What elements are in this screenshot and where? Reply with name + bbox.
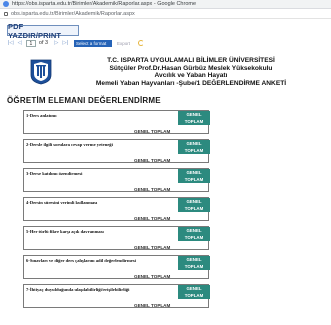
genel-toplam-label: GENEL TOPLAM xyxy=(134,158,171,163)
survey-title: Memeli Yaban Hayvanları -Şube/1 DEĞERLEN… xyxy=(95,79,287,87)
page-count: of 3 xyxy=(38,40,49,46)
genel-toplam-label: GENEL TOPLAM xyxy=(134,274,171,279)
question-label: 5-Her türlü fikre karşı açık davranması xyxy=(26,229,104,234)
url-text[interactable]: obs.isparta.edu.tr/Birimler/Akademik/Rap… xyxy=(11,11,135,17)
export-format-select[interactable]: Select a format xyxy=(74,39,112,47)
section-title: ÖĞRETİM ELEMANI DEĞERLENDİRME xyxy=(7,96,161,105)
toplam-puan-button[interactable]: TOPLAM PUAN xyxy=(178,263,210,276)
toplam-puan-button[interactable]: TOPLAM PUAN xyxy=(178,118,210,131)
question-label: 7-İhtiyaç duyulduğunda ulaşılabilirliği/… xyxy=(26,287,130,292)
genel-button[interactable]: GENEL xyxy=(178,111,210,118)
question-label: 2-Dersle ilgili sorulara cevap verme yet… xyxy=(26,142,113,147)
toplam-puan-button[interactable]: TOPLAM PUAN xyxy=(178,176,210,189)
genel-toplam-label: GENEL TOPLAM xyxy=(134,129,171,134)
question-block: 5-Her türlü fikre karşı açık davranması G… xyxy=(23,226,210,250)
program-name: Avcılık ve Yaban Hayatı xyxy=(154,72,228,80)
school-name: Sütçüler Prof.Dr.Hasan Gürbüz Meslek Yük… xyxy=(109,64,273,72)
question-block: 3-Derse katılımı özendirmesi GENEL TOPLAM … xyxy=(23,168,210,192)
genel-toplam-label: GENEL TOPLAM xyxy=(134,216,171,221)
question-label: 1-Ders anlatımı xyxy=(26,113,57,118)
next-page-button[interactable]: ▷ xyxy=(54,40,58,46)
address-bar[interactable]: obs.isparta.edu.tr/Birimler/Akademik/Rap… xyxy=(0,9,331,19)
last-page-button[interactable]: ▷| xyxy=(62,40,68,46)
question-block: 4-Dersin süresini verimli kullanması GENE… xyxy=(23,197,210,221)
question-label: 6-Sınavları ve diğer ders çalışlarını ad… xyxy=(26,258,136,263)
export-link[interactable]: Export xyxy=(117,41,130,46)
university-name: T.C. ISPARTA UYGULAMALI BİLİMLER ÜNİVERS… xyxy=(107,57,275,64)
toplam-puan-button[interactable]: TOPLAM PUAN xyxy=(178,147,210,160)
report-header: T.C. ISPARTA UYGULAMALI BİLİMLER ÜNİVERS… xyxy=(60,57,322,87)
genel-toplam-label: GENEL TOPLAM xyxy=(134,245,171,250)
lock-icon xyxy=(4,11,8,16)
pdf-print-label: PDF YAZDIR/PRINT xyxy=(8,21,62,40)
university-logo xyxy=(30,59,52,85)
question-block: 7-İhtiyaç duyulduğunda ulaşılabilirliği/… xyxy=(23,284,210,308)
question-block: 2-Dersle ilgili sorulara cevap verme yet… xyxy=(23,139,210,163)
window-title: https://obs.isparta.edu.tr/Birimler/Akad… xyxy=(12,1,197,7)
page-number-input[interactable]: 1 xyxy=(25,39,36,47)
browser-titlebar: https://obs.isparta.edu.tr/Birimler/Akad… xyxy=(0,0,331,9)
genel-button[interactable]: GENEL xyxy=(178,285,210,292)
genel-button[interactable]: GENEL xyxy=(178,140,210,147)
genel-button[interactable]: GENEL xyxy=(178,256,210,263)
question-label: 3-Derse katılımı özendirmesi xyxy=(26,171,83,176)
first-page-button[interactable]: |◁ xyxy=(8,40,14,46)
genel-toplam-label: GENEL TOPLAM xyxy=(134,303,171,308)
question-label: 4-Dersin süresini verimli kullanması xyxy=(26,200,98,205)
question-block: 6-Sınavları ve diğer ders çalışlarını ad… xyxy=(23,255,210,279)
report-toolbar: |◁ ◁ 1 of 3 ▷ ▷| Select a format Export xyxy=(0,38,331,48)
toplam-puan-button[interactable]: TOPLAM PUAN xyxy=(178,234,210,247)
genel-button[interactable]: GENEL xyxy=(178,169,210,176)
prev-page-button[interactable]: ◁ xyxy=(18,40,22,46)
question-block: 1-Ders anlatımı GENEL TOPLAM PUAN GENEL TOP… xyxy=(23,110,210,134)
pdf-print-button[interactable]: PDF YAZDIR/PRINT xyxy=(7,22,79,40)
genel-button[interactable]: GENEL xyxy=(178,227,210,234)
toplam-puan-button[interactable]: TOPLAM PUAN xyxy=(178,292,210,305)
genel-button[interactable]: GENEL xyxy=(178,198,210,205)
genel-toplam-label: GENEL TOPLAM xyxy=(134,187,171,192)
chrome-icon xyxy=(3,1,9,7)
refresh-icon[interactable] xyxy=(138,40,145,46)
toplam-puan-button[interactable]: TOPLAM PUAN xyxy=(178,205,210,218)
